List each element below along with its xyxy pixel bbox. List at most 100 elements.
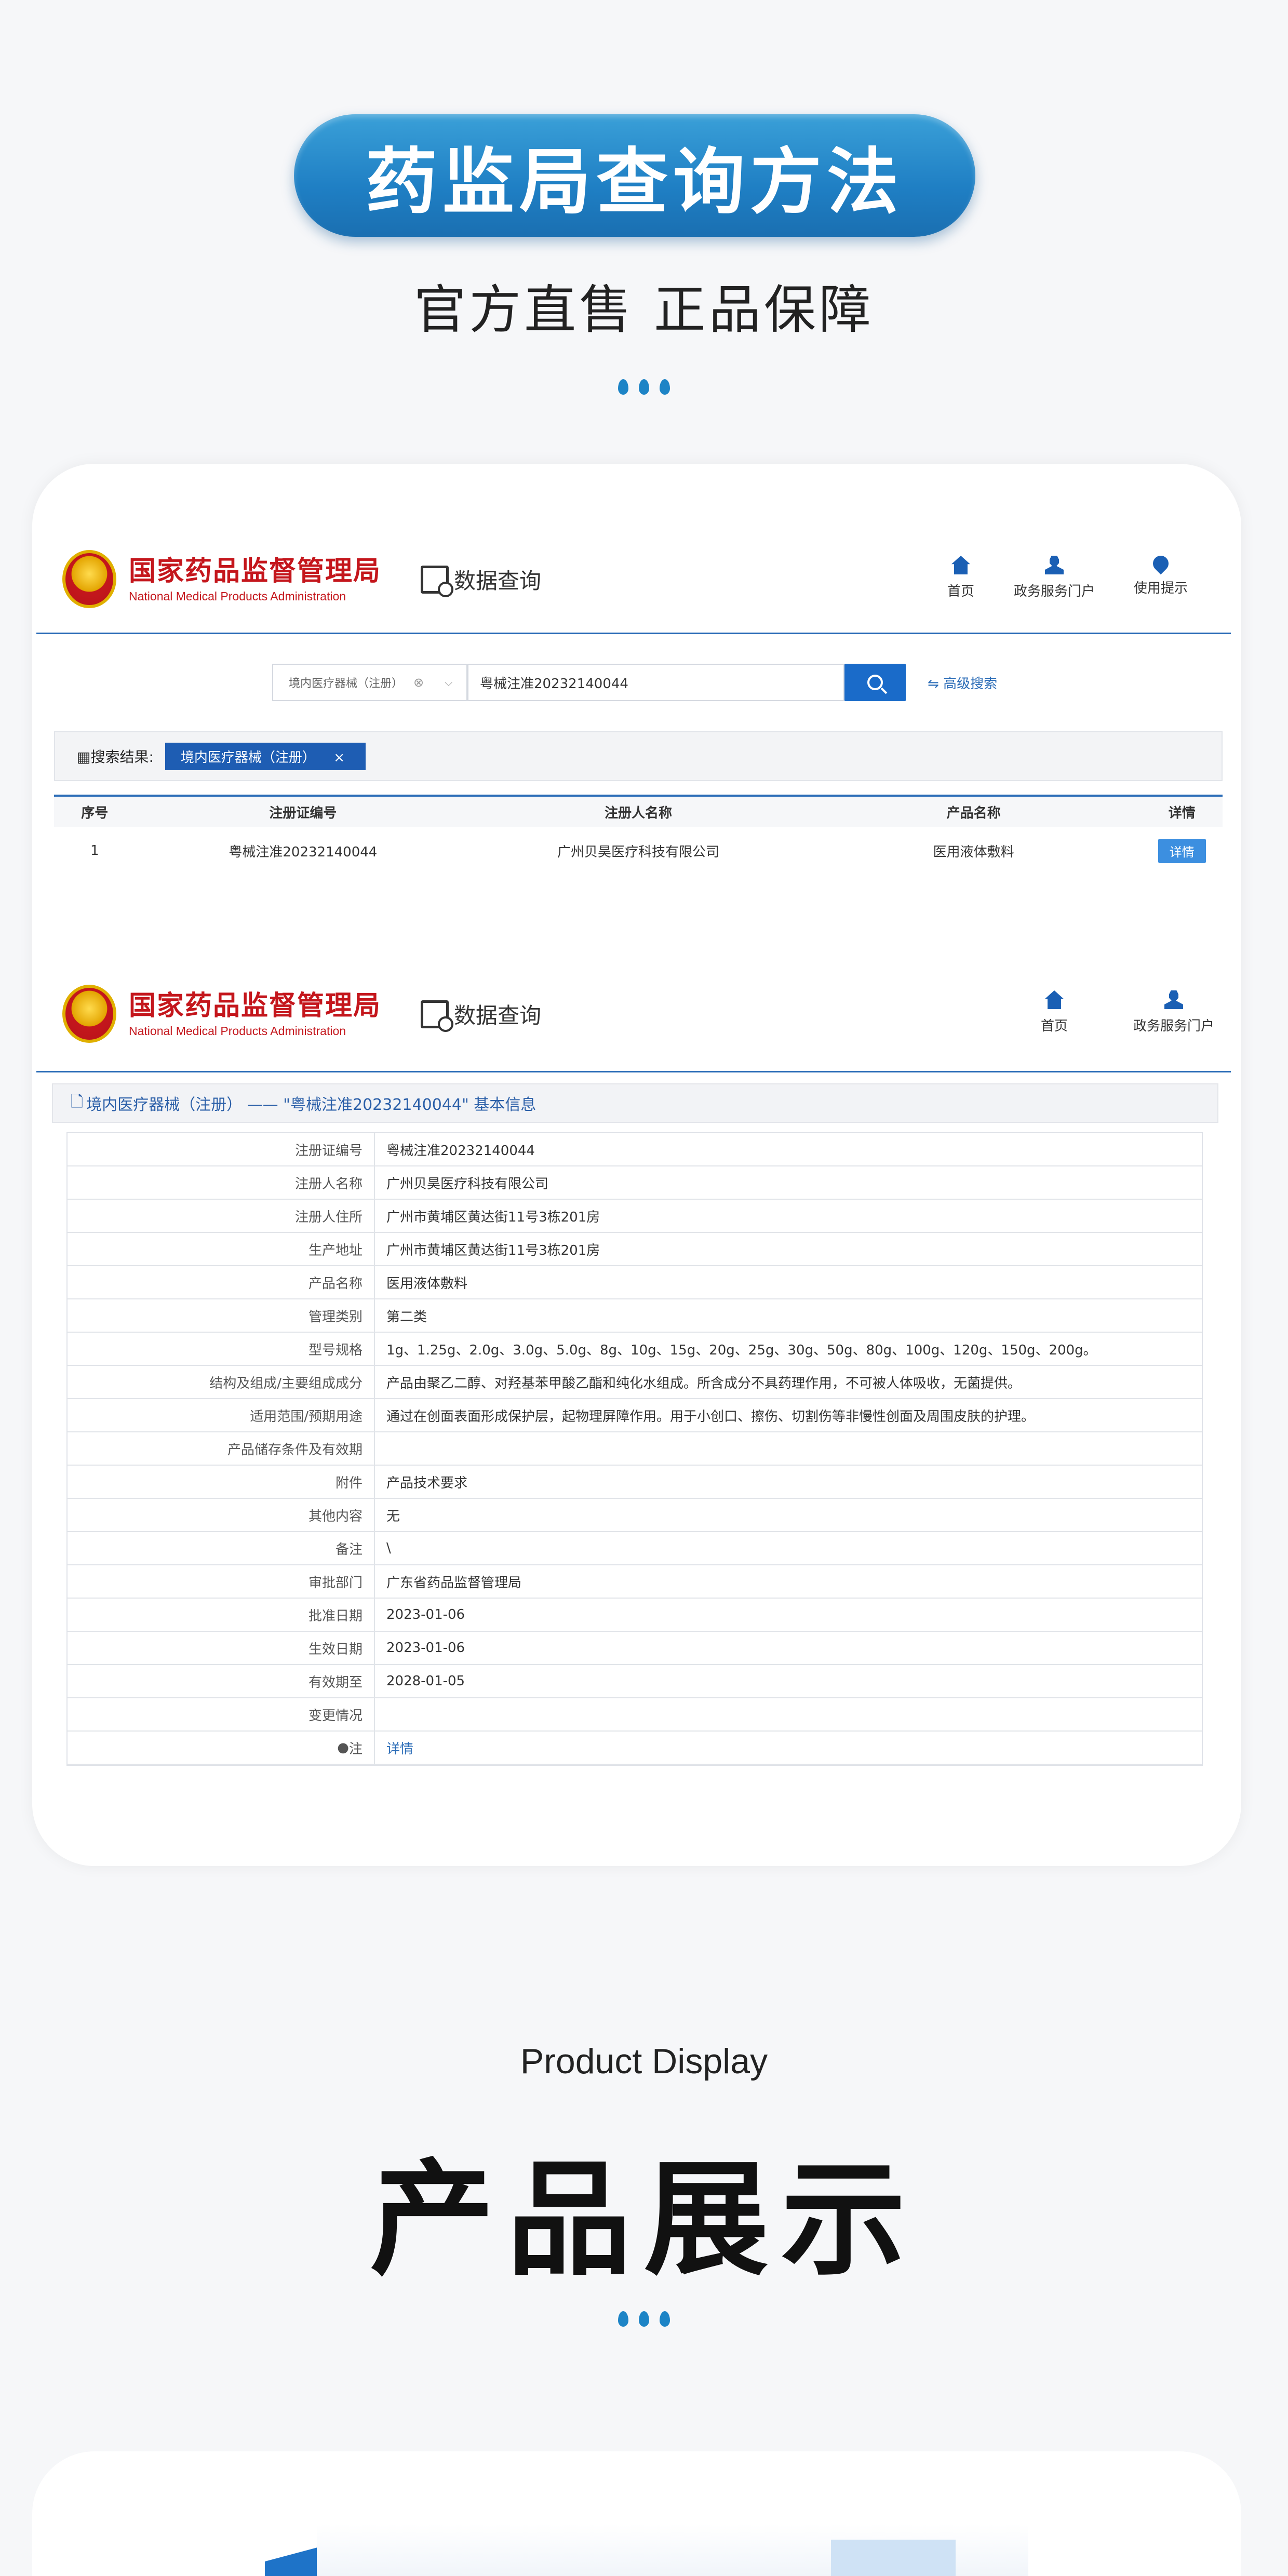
row-label: 变更情况 bbox=[68, 1698, 375, 1730]
detail-button[interactable]: 详情 bbox=[1158, 838, 1206, 863]
row-value: 广州市黄埔区黄达街11号3栋201房 bbox=[386, 1242, 600, 1258]
document-icon: 🗋 bbox=[71, 1092, 84, 1111]
nav-label: 使用提示 bbox=[1133, 581, 1188, 596]
product-title-en: Product Display bbox=[520, 2042, 768, 2081]
site-header: 国家药品监督管理局 National Medical Products Admi… bbox=[36, 527, 1231, 636]
header-divider bbox=[36, 1071, 1231, 1072]
col-header: 产品名称 bbox=[946, 805, 1001, 821]
search-icon bbox=[867, 675, 883, 690]
row-reg-no: 粤械注准20232140044 bbox=[229, 844, 378, 860]
search-input[interactable]: 粤械注准20232140044 bbox=[467, 664, 844, 701]
row-label: 注册人住所 bbox=[68, 1200, 375, 1232]
row-value: 广东省药品监督管理局 bbox=[386, 1575, 522, 1591]
data-query-link[interactable]: 数据查询 bbox=[421, 564, 542, 597]
chevron-down-icon[interactable]: ⌵ bbox=[445, 676, 452, 689]
row-value: 广州贝昊医疗科技有限公司 bbox=[386, 1176, 549, 1192]
results-filter-tag[interactable]: 境内医疗器械（注册） × bbox=[165, 742, 366, 770]
row-value: 2023-01-06 bbox=[386, 1607, 465, 1622]
home-icon bbox=[1045, 990, 1064, 1009]
row-label: ● 注 bbox=[68, 1732, 375, 1764]
row-label: 结构及组成/主要组成成分 bbox=[68, 1366, 375, 1398]
row-label: 附件 bbox=[68, 1466, 375, 1498]
org-name-en: National Medical Products Administration bbox=[129, 589, 346, 603]
row-label: 注册证编号 bbox=[68, 1133, 375, 1165]
table-row: 备注 \ bbox=[68, 1532, 1202, 1565]
row-label: 其他内容 bbox=[68, 1499, 375, 1531]
table-row: 结构及组成/主要组成成分 产品由聚乙二醇、对羟基苯甲酸乙酯和纯化水组成。所含成分不… bbox=[68, 1366, 1202, 1399]
clear-icon[interactable]: ⊗ bbox=[413, 675, 424, 690]
row-label: 型号规格 bbox=[68, 1333, 375, 1365]
search-button[interactable] bbox=[844, 664, 906, 701]
detail-link[interactable]: 详情 bbox=[375, 1732, 1202, 1764]
col-header: 详情 bbox=[1168, 805, 1196, 821]
detail-breadcrumb: 🗋 境内医疗器械（注册） —— "粤械注准20232140044" 基本信息 bbox=[52, 1083, 1218, 1123]
org-name-cn: 国家药品监督管理局 bbox=[129, 990, 382, 1022]
row-value: 1g、1.25g、2.0g、3.0g、5.0g、8g、10g、15g、20g、2… bbox=[386, 1342, 1097, 1358]
table-row: 注册人住所 广州市黄埔区黄达街11号3栋201房 bbox=[68, 1200, 1202, 1233]
table-row: 注册证编号 粤械注准20232140044 bbox=[68, 1133, 1202, 1166]
filter-icon: ⇋ bbox=[928, 676, 944, 692]
row-value: 粤械注准20232140044 bbox=[386, 1143, 535, 1159]
product-title-cn: 产品展示 bbox=[370, 2147, 918, 2292]
detail-table: 注册证编号 粤械注准20232140044 注册人名称 广州贝昊医疗科技有限公司 注… bbox=[66, 1132, 1203, 1766]
data-query-label: 数据查询 bbox=[454, 1003, 542, 1028]
table-row: 有效期至 2028-01-05 bbox=[68, 1665, 1202, 1698]
row-value: 广州市黄埔区黄达街11号3栋201房 bbox=[386, 1209, 600, 1225]
row-label: 生产地址 bbox=[68, 1233, 375, 1265]
drops-divider bbox=[0, 2311, 1288, 2329]
row-value: 2023-01-06 bbox=[386, 1640, 465, 1656]
table-row: 批准日期 2023-01-06 bbox=[68, 1599, 1202, 1632]
table-row: 产品名称 医用液体敷料 bbox=[68, 1266, 1202, 1299]
row-value bbox=[375, 1432, 1202, 1465]
row-label: 备注 bbox=[68, 1532, 375, 1564]
table-row: 其他内容无 bbox=[68, 1499, 1202, 1532]
nav-label: 首页 bbox=[1040, 1018, 1068, 1034]
row-label: 审批部门 bbox=[68, 1565, 375, 1598]
data-query-label: 数据查询 bbox=[454, 568, 542, 594]
home-icon bbox=[951, 556, 970, 574]
row-label: 产品储存条件及有效期 bbox=[68, 1432, 375, 1465]
data-query-link[interactable]: 数据查询 bbox=[421, 998, 542, 1032]
table-row: 附件 产品技术要求 bbox=[68, 1466, 1202, 1499]
drops-divider bbox=[0, 379, 1288, 397]
org-name-en: National Medical Products Administration bbox=[129, 1024, 346, 1038]
row-no: 1 bbox=[90, 843, 99, 858]
row-label: 生效日期 bbox=[68, 1632, 375, 1664]
table-row: 生效日期 2023-01-06 bbox=[68, 1632, 1202, 1665]
table-row: 生产地址 广州市黄埔区黄达街11号3栋201房 bbox=[68, 1233, 1202, 1266]
row-value: 产品技术要求 bbox=[386, 1475, 468, 1491]
close-icon[interactable]: × bbox=[333, 750, 345, 766]
row-label: 批准日期 bbox=[68, 1599, 375, 1631]
col-header: 序号 bbox=[81, 805, 109, 821]
table-row: 型号规格 1g、1.25g、2.0g、3.0g、5.0g、8g、10g、15g、2… bbox=[68, 1333, 1202, 1366]
advanced-search-link[interactable]: ⇋ 高级搜索 bbox=[928, 673, 997, 692]
row-label: 有效期至 bbox=[68, 1665, 375, 1697]
nav-tips[interactable]: 使用提示 bbox=[1117, 552, 1205, 597]
table-row: 适用范围/预期用途 通过在创面表面形成保护层，起物理屏障作用。用于小创口、擦伤、切… bbox=[68, 1399, 1202, 1432]
row-label: 产品名称 bbox=[68, 1266, 375, 1298]
advanced-search-label: 高级搜索 bbox=[943, 676, 998, 692]
table-row: ● 注详情 bbox=[68, 1732, 1202, 1765]
nav-gov-portal[interactable]: 政务服务门户 bbox=[992, 556, 1117, 600]
nav-home[interactable]: 首页 bbox=[1023, 990, 1085, 1035]
row-value: 通过在创面表面形成保护层，起物理屏障作用。用于小创口、擦伤、切割伤等非慢性创面及… bbox=[386, 1408, 1035, 1425]
site-header: 国家药品监督管理局 National Medical Products Admi… bbox=[36, 962, 1231, 1071]
category-select[interactable]: 境内医疗器械（注册） ⊗ ⌵ bbox=[272, 664, 467, 701]
row-value: 2028-01-05 bbox=[386, 1673, 465, 1689]
row-value bbox=[375, 1698, 1202, 1730]
product-box-image bbox=[265, 2524, 1028, 2576]
row-registrant: 广州贝昊医疗科技有限公司 bbox=[557, 844, 719, 860]
hero-title-pill: 药监局查询方法 bbox=[294, 114, 975, 237]
data-query-icon bbox=[421, 565, 453, 597]
breadcrumb-text: 境内医疗器械（注册） —— "粤械注准20232140044" 基本信息 bbox=[86, 1096, 536, 1114]
table-row: 变更情况 bbox=[68, 1698, 1202, 1732]
nav-home[interactable]: 首页 bbox=[930, 556, 992, 600]
grid-icon: ▦ bbox=[77, 748, 91, 766]
header-divider bbox=[36, 633, 1231, 634]
results-label: ▦搜索结果: bbox=[77, 746, 154, 767]
row-value: 第二类 bbox=[386, 1309, 427, 1325]
nav-gov-portal[interactable]: 政务服务门户 bbox=[1111, 990, 1236, 1035]
table-row: 审批部门 广东省药品监督管理局 bbox=[68, 1565, 1202, 1599]
row-label: 管理类别 bbox=[68, 1299, 375, 1332]
table-row: 管理类别 第二类 bbox=[68, 1299, 1202, 1333]
